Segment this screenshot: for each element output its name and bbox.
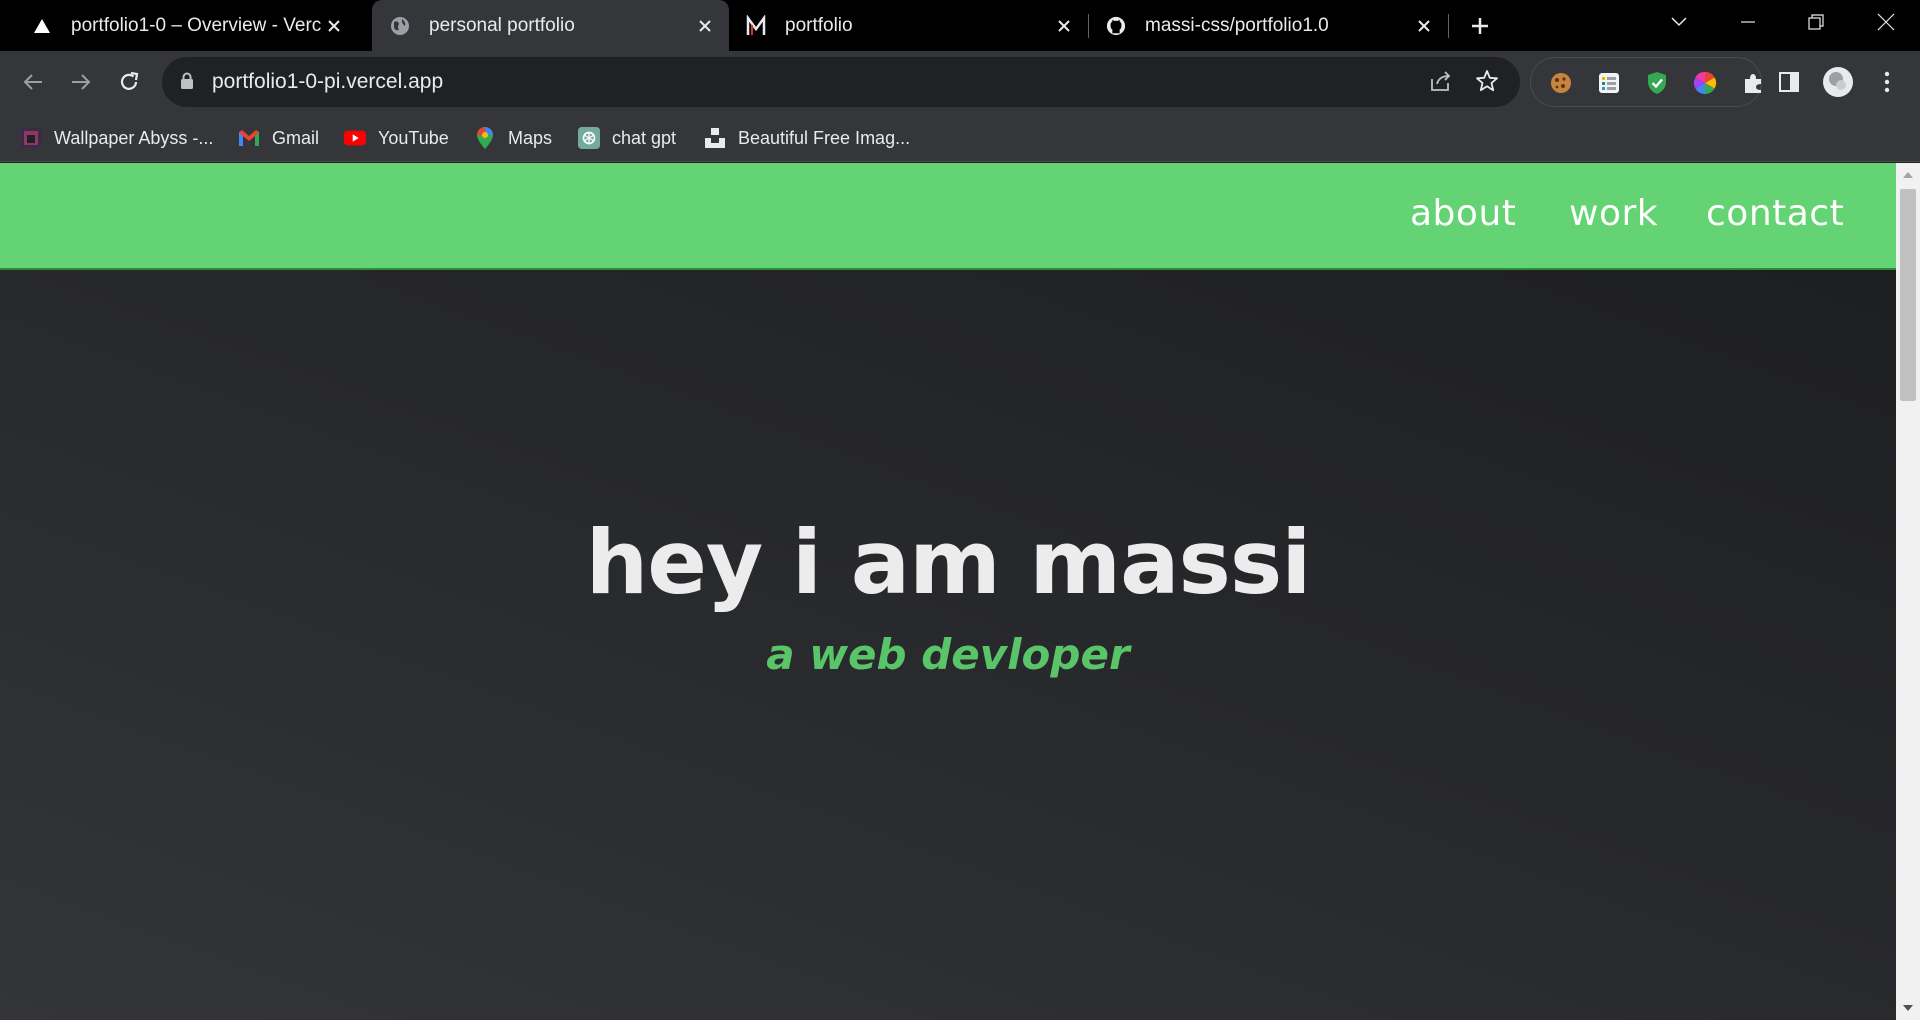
bookmark-star-icon[interactable] (1475, 69, 1499, 98)
kebab-menu-icon (1884, 71, 1890, 93)
nav-link-contact[interactable]: contact (1706, 193, 1844, 234)
arrow-left-icon (23, 74, 42, 90)
notes-icon[interactable] (1597, 71, 1621, 95)
lock-icon[interactable] (180, 72, 194, 95)
bookmark-chat-gpt[interactable]: chat gpt (578, 124, 676, 152)
hero-subtitle: a web devloper (766, 630, 1130, 679)
tab-title: portfolio (785, 14, 853, 36)
close-window-button[interactable] (1858, 0, 1914, 44)
arrow-right-icon (72, 74, 91, 90)
menu-button[interactable] (1870, 65, 1904, 99)
restore-icon (1808, 14, 1824, 30)
tab-title: massi-css/portfolio1.0 (1145, 14, 1329, 36)
m-logo-icon (746, 14, 766, 36)
back-button[interactable] (16, 65, 50, 99)
bookmark-gmail[interactable]: Gmail (238, 124, 319, 152)
tab-search-button[interactable] (1651, 0, 1707, 44)
tab-github[interactable]: massi-css/portfolio1.0 (1090, 0, 1448, 51)
gmail-icon (238, 127, 260, 149)
arrow-up-icon (1903, 172, 1913, 178)
tab-separator (1088, 14, 1089, 38)
page-scrollbar[interactable] (1896, 163, 1920, 1020)
chevron-down-icon (1671, 17, 1687, 27)
scroll-up-button[interactable] (1896, 163, 1920, 187)
plus-icon (1472, 18, 1488, 34)
tab-personal-portfolio[interactable]: personal portfolio (372, 0, 729, 51)
tab-title: personal portfolio (429, 14, 575, 36)
close-tab-icon[interactable] (1052, 14, 1076, 38)
side-panel-button[interactable] (1772, 65, 1806, 99)
tab-title: portfolio1-0 – Overview - Vercel (71, 14, 322, 36)
url-text[interactable]: portfolio1-0-pi.vercel.app (212, 70, 443, 94)
bookmark-label: chat gpt (612, 127, 677, 148)
hero-title: hey i am massi (585, 511, 1312, 614)
nav-link-work[interactable]: work (1569, 193, 1658, 234)
scrollbar-thumb[interactable] (1900, 189, 1916, 401)
close-tab-icon[interactable] (693, 14, 717, 38)
puzzle-icon[interactable] (1741, 71, 1765, 95)
chatgpt-icon (578, 127, 600, 149)
browser-toolbar: portfolio1-0-pi.vercel.app (0, 51, 1920, 114)
side-panel-icon (1779, 72, 1799, 92)
color-wheel-icon[interactable] (1693, 71, 1717, 95)
wallpaper-abyss-icon (20, 127, 42, 149)
arrow-down-icon (1903, 1005, 1913, 1011)
nav-link-about[interactable]: about (1410, 193, 1516, 234)
address-bar[interactable]: portfolio1-0-pi.vercel.app (162, 57, 1520, 107)
bookmark-label: Maps (508, 127, 553, 148)
vercel-icon (32, 16, 52, 36)
youtube-icon (344, 127, 366, 149)
bookmark-unsplash[interactable]: Beautiful Free Imag... (704, 124, 910, 152)
reload-button[interactable] (112, 65, 146, 99)
page-viewport: about work contact hey i am massi a web … (0, 163, 1896, 1020)
tab-strip: portfolio1-0 – Overview - Vercel persona… (0, 0, 1920, 51)
bookmark-wallpaper-abyss[interactable]: Wallpaper Abyss -... (20, 124, 213, 152)
extensions-bar (1530, 57, 1762, 107)
bookmark-maps[interactable]: Maps (474, 124, 552, 152)
bookmark-label: Beautiful Free Imag... (738, 127, 911, 148)
site-navbar: about work contact (0, 163, 1896, 270)
close-tab-icon[interactable] (322, 14, 346, 38)
bookmark-label: Wallpaper Abyss -... (54, 127, 214, 148)
github-icon (1106, 16, 1126, 36)
avatar (1823, 67, 1853, 97)
reload-icon (120, 71, 139, 90)
new-tab-button[interactable] (1466, 12, 1494, 40)
close-icon (1877, 13, 1895, 31)
tab-separator (1448, 14, 1449, 38)
bookmarks-bar: Wallpaper Abyss -... Gmail YouTube Maps … (0, 114, 1920, 162)
bookmark-label: YouTube (378, 127, 449, 148)
cookie-icon[interactable] (1549, 71, 1573, 95)
tab-vercel[interactable]: portfolio1-0 – Overview - Vercel (0, 0, 358, 51)
scroll-down-button[interactable] (1896, 996, 1920, 1020)
globe-icon (390, 16, 410, 36)
share-icon[interactable] (1428, 69, 1454, 98)
close-tab-icon[interactable] (1412, 14, 1436, 38)
forward-button[interactable] (64, 65, 98, 99)
profile-button[interactable] (1821, 65, 1855, 99)
unsplash-icon (704, 127, 726, 149)
tab-portfolio[interactable]: portfolio (730, 0, 1088, 51)
maps-icon (474, 127, 496, 149)
minimize-icon (1741, 21, 1755, 23)
shield-icon[interactable] (1645, 71, 1669, 95)
restore-button[interactable] (1788, 0, 1844, 44)
bookmark-label: Gmail (272, 127, 320, 148)
bookmark-youtube[interactable]: YouTube (344, 124, 449, 152)
minimize-button[interactable] (1720, 0, 1776, 44)
